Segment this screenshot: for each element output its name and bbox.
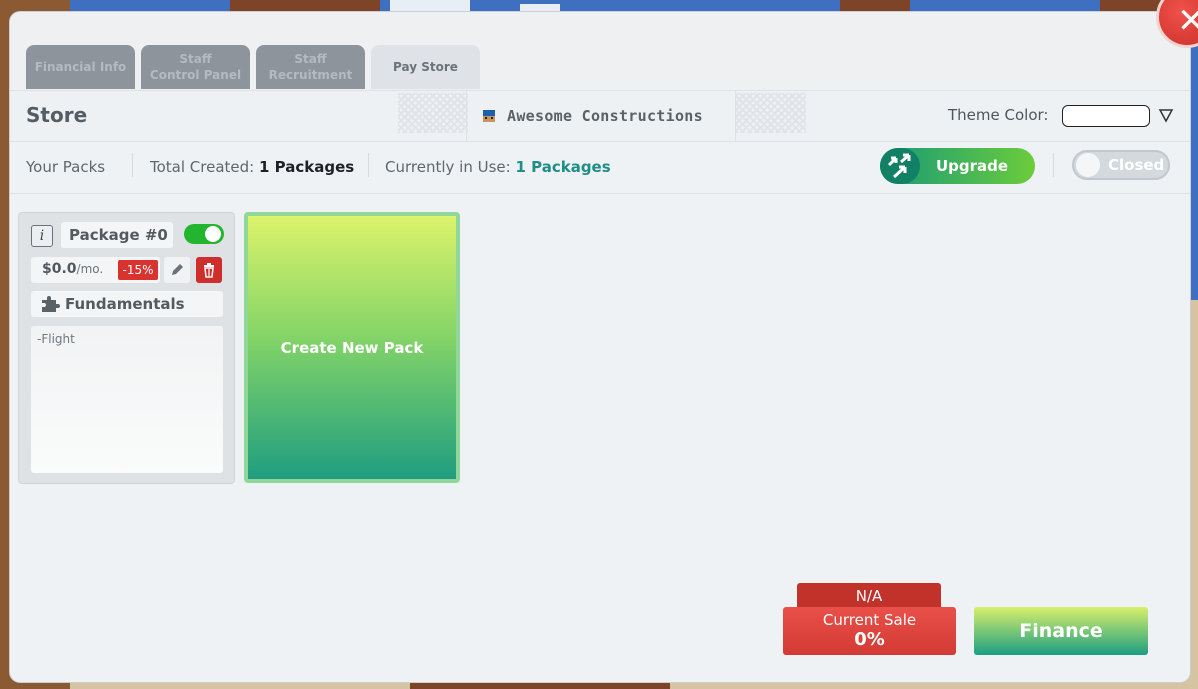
theme-color-label: Theme Color: — [948, 106, 1049, 124]
info-icon[interactable]: i — [31, 225, 53, 247]
currently-in-use: Currently in Use: 1 Packages — [385, 158, 611, 176]
package-enabled-toggle[interactable] — [184, 224, 224, 244]
page-title: Store — [26, 103, 88, 127]
upgrade-button[interactable]: Upgrade — [880, 148, 1035, 184]
your-packs-label: Your Packs — [26, 158, 106, 176]
finance-button[interactable]: Finance — [974, 607, 1148, 655]
company-badge: Awesome Constructions — [466, 91, 736, 141]
discount-badge: -15% — [118, 260, 158, 280]
list-item: -Flight — [37, 332, 75, 346]
arrows-up-icon — [880, 148, 920, 184]
tab-staff-control-panel[interactable]: Staff Control Panel — [141, 45, 250, 89]
package-category: Fundamentals — [31, 291, 223, 317]
package-name[interactable]: Package #0 — [61, 222, 173, 248]
decorative-pattern — [398, 93, 468, 133]
tab-bar: Financial Info Staff Control Panel Staff… — [10, 12, 1190, 90]
sale-status-badge: N/A — [797, 583, 941, 609]
puzzle-icon — [40, 295, 60, 313]
close-icon: ✕ — [1177, 1, 1198, 41]
decorative-pattern — [736, 93, 806, 133]
pencil-icon — [172, 264, 183, 275]
tab-staff-recruitment[interactable]: Staff Recruitment — [256, 45, 365, 89]
package-price: $0.0/mo. -15% — [31, 257, 160, 283]
total-created: Total Created: 1 Packages — [150, 158, 355, 176]
package-card: i Package #0 $0.0/mo. -15% Fundamentals … — [18, 212, 235, 484]
packs-summary-bar: Your Packs Total Created: 1 Packages Cur… — [10, 141, 1190, 194]
delete-package-button[interactable] — [196, 257, 222, 283]
package-features-list: -Flight — [31, 326, 223, 473]
trash-icon — [204, 263, 214, 278]
avatar-icon — [481, 108, 497, 124]
theme-color-swatch[interactable] — [1062, 105, 1150, 127]
store-dialog: Financial Info Staff Control Panel Staff… — [10, 12, 1190, 682]
tab-financial-info[interactable]: Financial Info — [26, 45, 135, 89]
company-name: Awesome Constructions — [507, 107, 703, 125]
edit-package-button[interactable] — [164, 257, 190, 283]
current-sale-button[interactable]: Current Sale 0% — [783, 607, 956, 655]
store-header: Store Awesome Constructions Theme Color: — [10, 90, 1190, 142]
store-open-toggle[interactable]: Closed — [1072, 150, 1170, 180]
create-new-pack-button[interactable]: Create New Pack — [244, 212, 460, 483]
chevron-down-icon[interactable] — [1158, 107, 1174, 123]
tab-pay-store[interactable]: Pay Store — [371, 45, 480, 89]
